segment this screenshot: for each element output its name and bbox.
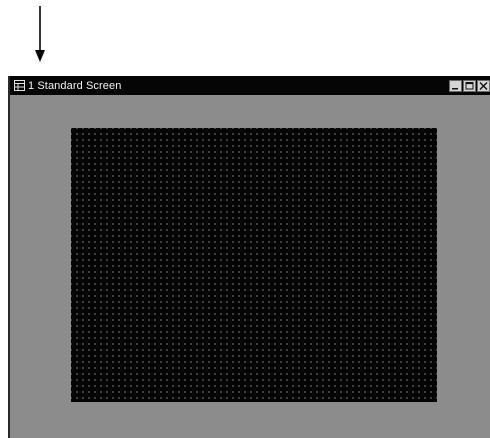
screen-grid-icon <box>13 80 25 92</box>
window-title-bar[interactable]: 1 Standard Screen <box>10 76 490 95</box>
close-icon <box>479 81 488 90</box>
standard-screen-window: 1 Standard Screen <box>8 76 490 438</box>
screen-editing-canvas[interactable] <box>71 128 437 402</box>
close-button[interactable] <box>477 79 490 92</box>
minimize-icon <box>452 87 458 89</box>
window-title: 1 Standard Screen <box>28 79 122 92</box>
maximize-button[interactable] <box>463 79 476 92</box>
maximize-icon <box>465 81 474 89</box>
minimize-button[interactable] <box>449 79 462 92</box>
down-arrow-icon <box>35 6 45 62</box>
window-controls <box>449 79 490 92</box>
